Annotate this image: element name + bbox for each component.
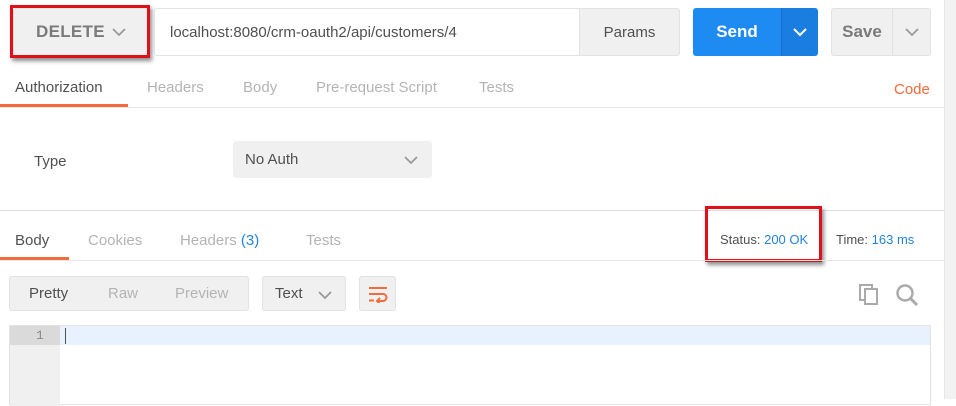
copy-icon[interactable] [858, 283, 880, 305]
active-gutter-line [10, 326, 60, 345]
search-icon[interactable] [895, 283, 919, 307]
chevron-down-icon [793, 28, 807, 37]
tab-headers[interactable]: Headers [147, 79, 204, 96]
format-select[interactable]: Text [262, 276, 346, 311]
tab-authorization[interactable]: Authorization [15, 79, 103, 96]
url-text: localhost:8080/crm-oauth2/api/customers/… [170, 23, 457, 41]
scrollbar[interactable] [944, 0, 956, 399]
tab-response-headers-label: Headers [180, 232, 237, 249]
wrap-lines-icon [368, 286, 387, 303]
view-mode-pretty[interactable]: Pretty [29, 285, 68, 302]
line-number: 1 [36, 328, 44, 343]
method-highlight [10, 5, 150, 58]
view-mode-group: Pretty Raw Preview [9, 276, 249, 311]
tab-response-headers[interactable]: Headers (3) [180, 232, 259, 249]
view-mode-raw[interactable]: Raw [108, 285, 138, 302]
chevron-down-icon [904, 28, 919, 37]
chevron-down-icon [404, 156, 418, 165]
url-input[interactable]: localhost:8080/crm-oauth2/api/customers/… [154, 8, 580, 56]
tab-response-tests[interactable]: Tests [306, 232, 341, 249]
params-button[interactable]: Params [579, 8, 680, 56]
wrap-lines-button[interactable] [359, 276, 396, 311]
save-dropdown-button[interactable] [892, 8, 931, 56]
divider [0, 260, 944, 261]
auth-type-select[interactable]: No Auth [233, 141, 432, 178]
status-highlight [705, 206, 822, 262]
save-label: Save [842, 22, 882, 41]
tab-tests[interactable]: Tests [479, 79, 514, 96]
time-readout: Time: 163 ms [836, 232, 914, 247]
format-value: Text [275, 285, 303, 302]
code-link[interactable]: Code [894, 81, 930, 98]
response-editor[interactable]: 1 [9, 325, 931, 406]
text-cursor [65, 328, 66, 344]
tab-response-body[interactable]: Body [15, 232, 49, 249]
tab-cookies[interactable]: Cookies [88, 232, 142, 249]
time-value: 163 ms [871, 232, 915, 247]
send-label: Send [716, 22, 758, 41]
active-line-highlight [60, 326, 930, 345]
time-label: Time: [836, 232, 869, 247]
chevron-down-icon [318, 291, 332, 300]
send-button[interactable]: Send [693, 8, 781, 56]
params-label: Params [603, 23, 656, 41]
headers-count: (3) [240, 232, 260, 249]
auth-type-value: No Auth [245, 151, 299, 168]
auth-type-label: Type [34, 153, 67, 170]
send-dropdown-button[interactable] [781, 8, 818, 56]
tab-body[interactable]: Body [243, 79, 277, 96]
view-mode-preview[interactable]: Preview [175, 285, 228, 302]
divider [0, 107, 944, 108]
save-button[interactable]: Save [831, 8, 893, 56]
tab-pre-request-script[interactable]: Pre-request Script [316, 79, 437, 96]
